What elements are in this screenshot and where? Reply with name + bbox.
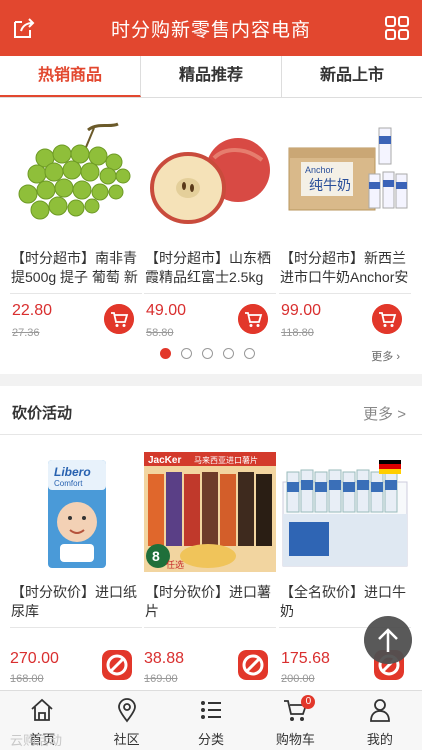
jacker-banner-text: 马来西亚进口薯片 xyxy=(194,455,258,465)
chevron-right-icon: › xyxy=(396,351,400,363)
nav-community[interactable]: 社区 xyxy=(84,691,168,750)
product-image-anchor-milk: Anchor 纯牛奶 xyxy=(288,127,408,211)
product-price: 175.68 xyxy=(281,650,330,667)
carousel-dot[interactable] xyxy=(244,348,255,359)
carousel-dot[interactable] xyxy=(223,348,234,359)
bargain-button[interactable] xyxy=(238,650,268,680)
anchor-box-text: 纯牛奶 xyxy=(309,178,351,194)
nav-label: 我的 xyxy=(366,732,393,747)
nav-label: 购物车 xyxy=(275,732,315,747)
divider xyxy=(279,293,411,294)
section-title: 砍价活动 xyxy=(12,405,73,422)
product-card[interactable]: Anchor 纯牛奶 【时分超市】新西兰进市口牛奶Anchor安 xyxy=(279,118,411,294)
product-price: 270.00 xyxy=(10,650,59,667)
divider xyxy=(144,627,276,628)
divider xyxy=(0,434,422,435)
product-name: 【时分超市】新西兰进市口牛奶Anchor安 xyxy=(280,250,409,285)
libero-sub-text: Comfort xyxy=(54,479,83,488)
carousel-dot[interactable] xyxy=(202,348,213,359)
bargain-card[interactable]: JacKer 马来西亚进口薯片 8 任选 【时分砍价】进口薯片 xyxy=(144,452,276,628)
product-old-price: 169.00 xyxy=(144,673,178,685)
add-to-cart-button[interactable] xyxy=(238,304,268,334)
bargain-card[interactable]: 【全名砍价】进口牛奶 xyxy=(279,452,411,628)
product-image-apples xyxy=(150,138,270,224)
product-card[interactable]: 【时分超市】山东栖霞精品红富士2.5kg xyxy=(144,118,276,294)
tab-recommended[interactable]: 精品推荐 xyxy=(141,56,282,97)
cart-count-badge: 0 xyxy=(301,695,316,709)
carousel-dot[interactable] xyxy=(160,348,171,359)
bottom-nav: 首页 社区 分类 0 购物车 我的 xyxy=(0,690,422,750)
nav-category[interactable]: 分类 xyxy=(169,691,253,750)
nav-label: 分类 xyxy=(198,732,225,747)
user-icon xyxy=(369,699,390,722)
app-title: 时分购新零售内容电商 xyxy=(110,20,311,41)
product-image-chips: JacKer 马来西亚进口薯片 8 任选 xyxy=(144,452,276,572)
tab-new-arrivals[interactable]: 新品上市 xyxy=(282,56,422,97)
jacker-offer-text: 任选 xyxy=(166,559,184,571)
product-old-price: 118.80 xyxy=(281,327,314,339)
product-price: 38.88 xyxy=(144,650,185,667)
product-old-price: 27.36 xyxy=(12,327,40,339)
product-old-price: 58.80 xyxy=(146,327,174,339)
home-icon xyxy=(31,698,53,721)
bargain-more-link[interactable]: 更多 > xyxy=(363,403,406,424)
product-card[interactable]: 【时分超市】南非青提500g 提子 葡萄 新 xyxy=(10,118,142,294)
faded-section-label: 云购活动 xyxy=(10,733,63,748)
bargain-section: 砍价活动 更多 > Libero Comfort 【时分砍价】进口纸尿库 270… xyxy=(0,386,422,690)
back-to-top-button[interactable] xyxy=(364,616,412,664)
hot-products-section: 【时分超市】南非青提500g 提子 葡萄 新 22.80 27.36 【时分超市… xyxy=(0,98,422,374)
product-image-diapers: Libero Comfort xyxy=(48,460,106,568)
libero-brand-text: Libero xyxy=(54,465,91,479)
location-icon xyxy=(117,698,136,723)
product-name: 【时分砍价】进口薯片 xyxy=(145,584,271,619)
chevron-right-icon: > xyxy=(397,406,406,423)
carousel-dot[interactable] xyxy=(181,348,192,359)
carousel-indicator xyxy=(160,348,255,359)
nav-cart[interactable]: 0 购物车 xyxy=(253,691,337,750)
divider xyxy=(10,293,142,294)
bargain-button[interactable] xyxy=(102,650,132,680)
product-price: 49.00 xyxy=(146,302,187,319)
hot-more-label: 更多 xyxy=(371,351,394,363)
svg-text:8: 8 xyxy=(152,548,160,564)
hot-more-link[interactable]: 更多 › xyxy=(371,348,400,364)
divider xyxy=(144,293,276,294)
list-icon xyxy=(201,701,222,719)
product-old-price: 200.00 xyxy=(281,673,315,685)
grid-menu-icon[interactable] xyxy=(384,15,410,41)
add-to-cart-button[interactable] xyxy=(372,304,402,334)
bargain-card[interactable]: Libero Comfort 【时分砍价】进口纸尿库 xyxy=(10,452,142,628)
jacker-brand-text: JacKer xyxy=(148,455,181,466)
nav-mine[interactable]: 我的 xyxy=(338,691,422,750)
product-image-milk-cartons xyxy=(282,460,408,567)
app-header: 时分购新零售内容电商 xyxy=(0,0,422,56)
category-tabs: 热销商品 精品推荐 新品上市 xyxy=(0,56,422,98)
nav-label: 社区 xyxy=(113,732,140,747)
anchor-brand-text: Anchor xyxy=(305,165,334,175)
product-name: 【时分超市】南非青提500g 提子 葡萄 新 xyxy=(11,250,138,285)
product-old-price: 168.00 xyxy=(10,673,44,685)
add-to-cart-button[interactable] xyxy=(104,304,134,334)
product-name: 【时分超市】山东栖霞精品红富士2.5kg xyxy=(145,250,271,285)
divider xyxy=(10,627,142,628)
product-price: 99.00 xyxy=(281,302,322,319)
product-image-grapes xyxy=(18,122,131,220)
product-price: 22.80 xyxy=(12,302,53,319)
product-name: 【时分砍价】进口纸尿库 xyxy=(11,584,137,619)
tab-hot-products[interactable]: 热销商品 xyxy=(0,56,141,97)
bargain-more-label: 更多 xyxy=(363,406,394,423)
